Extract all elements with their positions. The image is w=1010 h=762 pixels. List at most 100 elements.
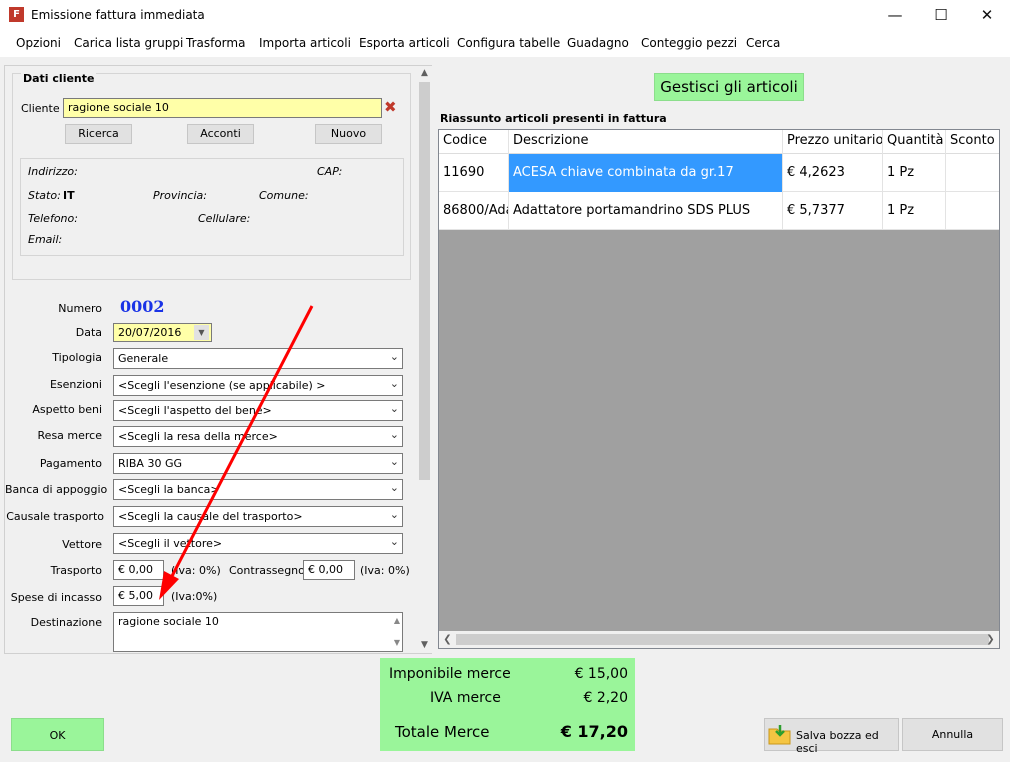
clear-client-icon[interactable]: ✖ bbox=[384, 98, 397, 116]
spese-incasso-input[interactable]: € 5,00 bbox=[113, 586, 164, 606]
nuovo-button[interactable]: Nuovo bbox=[315, 124, 382, 144]
esenzioni-label: Esenzioni bbox=[49, 378, 102, 391]
menu-cerca[interactable]: Cerca bbox=[746, 36, 780, 50]
numero-value: 0002 bbox=[120, 297, 165, 316]
tipologia-select[interactable]: Generale ⌄ bbox=[113, 348, 403, 369]
menu-esporta-articoli[interactable]: Esporta articoli bbox=[359, 36, 450, 50]
esenzioni-value: <Scegli l'esenzione (se applicabile) > bbox=[118, 379, 326, 392]
cell-quantita[interactable]: 1 Pz bbox=[883, 192, 946, 230]
resa-merce-select[interactable]: <Scegli la resa della merce> ⌄ bbox=[113, 426, 403, 447]
scroll-left-icon[interactable]: ❮ bbox=[439, 631, 456, 648]
manage-articles-button[interactable]: Gestisci gli articoli bbox=[654, 73, 804, 101]
aspetto-beni-select[interactable]: <Scegli l'aspetto del bene> ⌄ bbox=[113, 400, 403, 421]
data-label: Data bbox=[75, 326, 102, 339]
scroll-right-icon[interactable]: ❯ bbox=[982, 631, 999, 648]
title-bar: F Emissione fattura immediata — ☐ ✕ bbox=[0, 0, 1010, 31]
acconti-button[interactable]: Acconti bbox=[187, 124, 254, 144]
chevron-down-icon: ⌄ bbox=[389, 508, 399, 521]
menu-configura-tabelle[interactable]: Configura tabelle bbox=[457, 36, 560, 50]
trasporto-label: Trasporto bbox=[50, 564, 102, 577]
cell-descrizione[interactable]: Adattatore portamandrino SDS PLUS bbox=[509, 192, 783, 230]
menu-trasforma[interactable]: Trasforma bbox=[186, 36, 245, 50]
close-icon[interactable]: ✕ bbox=[964, 0, 1010, 31]
menu-opzioni[interactable]: Opzioni bbox=[16, 36, 61, 50]
stato-label: Stato: bbox=[28, 189, 61, 202]
cell-descrizione[interactable]: ACESA chiave combinata da gr.17 bbox=[509, 154, 783, 192]
scrollbar-thumb[interactable] bbox=[419, 82, 430, 480]
destinazione-textarea[interactable]: ragione sociale 10 ▲ ▼ bbox=[113, 612, 403, 652]
app-logo-icon: F bbox=[9, 7, 24, 22]
cell-quantita[interactable]: 1 Pz bbox=[883, 154, 946, 192]
column-descrizione[interactable]: Descrizione bbox=[509, 130, 783, 154]
chevron-down-icon: ⌄ bbox=[389, 428, 399, 441]
stato-value: IT bbox=[63, 189, 75, 202]
telefono-label: Telefono: bbox=[28, 212, 78, 225]
form-scrollbar[interactable]: ▲ ▼ bbox=[417, 66, 432, 653]
column-prezzo[interactable]: Prezzo unitario bbox=[783, 130, 883, 154]
trasporto-input[interactable]: € 0,00 bbox=[113, 560, 164, 580]
scroll-down-icon[interactable]: ▼ bbox=[394, 636, 400, 650]
esenzioni-select[interactable]: <Scegli l'esenzione (se applicabile) > ⌄ bbox=[113, 375, 403, 396]
cell-sconto[interactable] bbox=[946, 192, 999, 230]
aspetto-beni-label: Aspetto beni bbox=[32, 403, 102, 416]
invoice-form-panel: Dati cliente Cliente ragione sociale 10 … bbox=[4, 65, 432, 654]
destinazione-value: ragione sociale 10 bbox=[118, 615, 219, 628]
client-input[interactable]: ragione sociale 10 bbox=[63, 98, 382, 118]
vettore-select[interactable]: <Scegli il vettore> ⌄ bbox=[113, 533, 403, 554]
menu-conteggio-pezzi[interactable]: Conteggio pezzi bbox=[641, 36, 737, 50]
maximize-icon[interactable]: ☐ bbox=[918, 0, 964, 31]
table-horizontal-scrollbar[interactable]: ❮ ❯ bbox=[439, 631, 999, 648]
scroll-up-icon[interactable]: ▲ bbox=[417, 66, 432, 81]
ok-button[interactable]: OK bbox=[11, 718, 104, 751]
pagamento-select[interactable]: RIBA 30 GG ⌄ bbox=[113, 453, 403, 474]
cell-sconto[interactable] bbox=[946, 154, 999, 192]
cell-prezzo[interactable]: € 4,2623 bbox=[783, 154, 883, 192]
window-title: Emissione fattura immediata bbox=[31, 8, 205, 22]
table-header: Codice Descrizione Prezzo unitario Quant… bbox=[439, 130, 999, 154]
aspetto-beni-value: <Scegli l'aspetto del bene> bbox=[118, 404, 272, 417]
chevron-down-icon: ⌄ bbox=[389, 455, 399, 468]
banca-value: <Scegli la banca> bbox=[118, 483, 220, 496]
banca-select[interactable]: <Scegli la banca> ⌄ bbox=[113, 479, 403, 500]
resa-merce-value: <Scegli la resa della merce> bbox=[118, 430, 278, 443]
chevron-down-icon: ⌄ bbox=[389, 402, 399, 415]
column-quantita[interactable]: Quantità bbox=[883, 130, 946, 154]
totals-box: Imponibile merce € 15,00 IVA merce € 2,2… bbox=[380, 658, 635, 751]
client-group-title: Dati cliente bbox=[21, 72, 97, 85]
date-picker[interactable]: 20/07/2016 ▼ bbox=[113, 323, 212, 342]
cancel-button[interactable]: Annulla bbox=[902, 718, 1003, 751]
save-draft-button[interactable]: Salva bozza ed esci bbox=[764, 718, 899, 755]
destinazione-label: Destinazione bbox=[30, 616, 102, 629]
client-group: Dati cliente Cliente ragione sociale 10 … bbox=[12, 72, 411, 280]
chevron-down-icon: ⌄ bbox=[389, 350, 399, 363]
iva-label: IVA merce bbox=[430, 690, 501, 706]
cell-prezzo[interactable]: € 5,7377 bbox=[783, 192, 883, 230]
calendar-dropdown-icon[interactable]: ▼ bbox=[194, 325, 209, 340]
indirizzo-label: Indirizzo: bbox=[28, 165, 78, 178]
ricerca-button[interactable]: Ricerca bbox=[65, 124, 132, 144]
contrassegno-iva: (Iva: 0%) bbox=[360, 564, 410, 577]
menu-guadagno[interactable]: Guadagno bbox=[567, 36, 629, 50]
banca-label: Banca di appoggio bbox=[5, 483, 108, 496]
column-codice[interactable]: Codice bbox=[439, 130, 509, 154]
table-row[interactable]: 86800/Ada Adattatore portamandrino SDS P… bbox=[439, 192, 999, 230]
menu-bar: Opzioni Carica lista gruppi Trasforma Im… bbox=[0, 31, 1010, 57]
save-draft-label: Salva bozza ed esci bbox=[796, 729, 879, 755]
scroll-up-icon[interactable]: ▲ bbox=[394, 614, 400, 628]
causale-select[interactable]: <Scegli la causale del trasporto> ⌄ bbox=[113, 506, 403, 527]
table-row[interactable]: 11690 ACESA chiave combinata da gr.17 € … bbox=[439, 154, 999, 192]
cell-codice[interactable]: 11690 bbox=[439, 154, 509, 192]
causale-value: <Scegli la causale del trasporto> bbox=[118, 510, 303, 523]
scrollbar-thumb[interactable] bbox=[456, 634, 989, 645]
contrassegno-input[interactable]: € 0,00 bbox=[303, 560, 355, 580]
totale-label: Totale Merce bbox=[395, 723, 490, 741]
contrassegno-label: Contrassegno bbox=[229, 564, 305, 577]
cell-codice[interactable]: 86800/Ada bbox=[439, 192, 509, 230]
menu-importa-articoli[interactable]: Importa articoli bbox=[259, 36, 351, 50]
scroll-down-icon[interactable]: ▼ bbox=[417, 638, 432, 653]
column-sconto[interactable]: Sconto bbox=[946, 130, 999, 154]
pagamento-label: Pagamento bbox=[39, 457, 102, 470]
menu-carica-lista-gruppi[interactable]: Carica lista gruppi bbox=[74, 36, 183, 50]
chevron-down-icon: ⌄ bbox=[389, 481, 399, 494]
minimize-icon[interactable]: — bbox=[872, 0, 918, 31]
